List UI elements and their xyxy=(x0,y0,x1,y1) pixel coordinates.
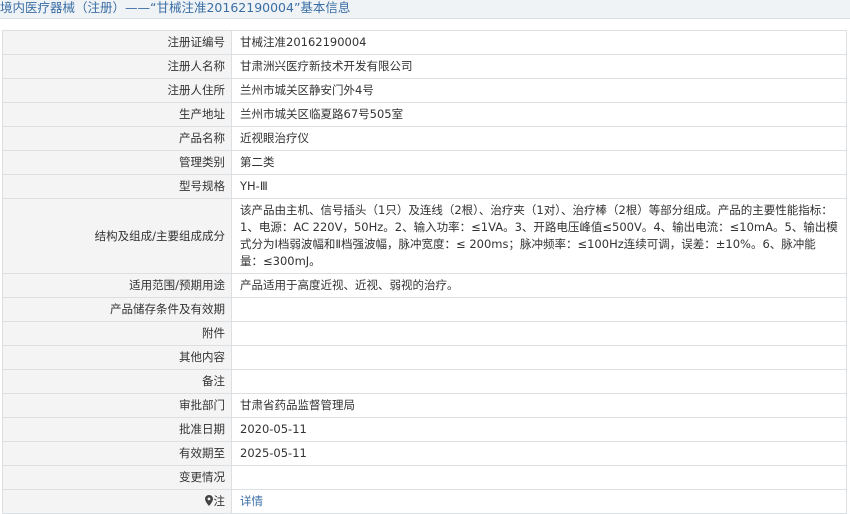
field-value xyxy=(231,465,847,490)
row-valid-until: 有效期至 2025-05-11 xyxy=(2,441,847,466)
field-label: 注 xyxy=(213,494,226,508)
row-attachments: 附件 xyxy=(2,321,847,346)
field-value: 2025-05-11 xyxy=(231,441,847,466)
field-value: 兰州市城关区临夏路67号505室 xyxy=(231,102,847,127)
row-production-address: 生产地址 兰州市城关区临夏路67号505室 xyxy=(2,102,847,127)
field-label: 变更情况 xyxy=(2,465,232,490)
field-label: 注册人名称 xyxy=(2,54,232,79)
field-value: 兰州市城关区静安门外4号 xyxy=(231,78,847,103)
field-value: 甘械注准20162190004 xyxy=(231,30,847,55)
details-link[interactable]: 详情 xyxy=(240,494,263,508)
row-approval-department: 审批部门 甘肃省药品监督管理局 xyxy=(2,393,847,418)
row-approval-date: 批准日期 2020-05-11 xyxy=(2,417,847,442)
row-other-content: 其他内容 xyxy=(2,345,847,370)
row-registration-number: 注册证编号 甘械注准20162190004 xyxy=(2,30,847,55)
field-value xyxy=(231,297,847,322)
field-label: 备注 xyxy=(2,369,232,394)
row-change-history: 变更情况 xyxy=(2,465,847,490)
row-structure-composition: 结构及组成/主要组成成分 该产品由主机、信号插头（1只）及连线（2根）、治疗夹（… xyxy=(2,198,847,274)
field-value: 甘肃洲兴医疗新技术开发有限公司 xyxy=(231,54,847,79)
title-bar: 境内医疗器械（注册）——“甘械注准20162190004”基本信息 xyxy=(0,0,850,19)
field-label: 结构及组成/主要组成成分 xyxy=(2,198,232,274)
detail-table: 注册证编号 甘械注准20162190004 注册人名称 甘肃洲兴医疗新技术开发有… xyxy=(2,30,847,514)
detail-table-container: 注册证编号 甘械注准20162190004 注册人名称 甘肃洲兴医疗新技术开发有… xyxy=(2,30,847,514)
field-value: 甘肃省药品监督管理局 xyxy=(231,393,847,418)
field-label: 产品名称 xyxy=(2,126,232,151)
field-value: YH-Ⅲ xyxy=(231,174,847,199)
page-title: 境内医疗器械（注册）——“甘械注准20162190004”基本信息 xyxy=(0,0,351,15)
row-model-spec: 型号规格 YH-Ⅲ xyxy=(2,174,847,199)
field-label: 批准日期 xyxy=(2,417,232,442)
field-label: 审批部门 xyxy=(2,393,232,418)
field-value: 近视眼治疗仪 xyxy=(231,126,847,151)
row-intended-use: 适用范围/预期用途 产品适用于高度近视、近视、弱视的治疗。 xyxy=(2,273,847,298)
field-label: 型号规格 xyxy=(2,174,232,199)
field-label: 管理类别 xyxy=(2,150,232,175)
field-label: 注册证编号 xyxy=(2,30,232,55)
row-registrant-name: 注册人名称 甘肃洲兴医疗新技术开发有限公司 xyxy=(2,54,847,79)
field-label: 附件 xyxy=(2,321,232,346)
field-value xyxy=(231,321,847,346)
field-value xyxy=(231,345,847,370)
row-registrant-address: 注册人住所 兰州市城关区静安门外4号 xyxy=(2,78,847,103)
field-label: 有效期至 xyxy=(2,441,232,466)
field-label: 产品储存条件及有效期 xyxy=(2,297,232,322)
field-label: 适用范围/预期用途 xyxy=(2,273,232,298)
field-value xyxy=(231,369,847,394)
row-management-category: 管理类别 第二类 xyxy=(2,150,847,175)
field-value: 产品适用于高度近视、近视、弱视的治疗。 xyxy=(231,273,847,298)
field-label: 注册人住所 xyxy=(2,78,232,103)
row-storage-conditions: 产品储存条件及有效期 xyxy=(2,297,847,322)
field-label: 其他内容 xyxy=(2,345,232,370)
row-product-name: 产品名称 近视眼治疗仪 xyxy=(2,126,847,151)
field-value: 该产品由主机、信号插头（1只）及连线（2根）、治疗夹（1对）、治疗棒（2根）等部… xyxy=(231,198,847,274)
field-value: 第二类 xyxy=(231,150,847,175)
field-label: 生产地址 xyxy=(2,102,232,127)
field-value: 2020-05-11 xyxy=(231,417,847,442)
row-remarks: 备注 xyxy=(2,369,847,394)
